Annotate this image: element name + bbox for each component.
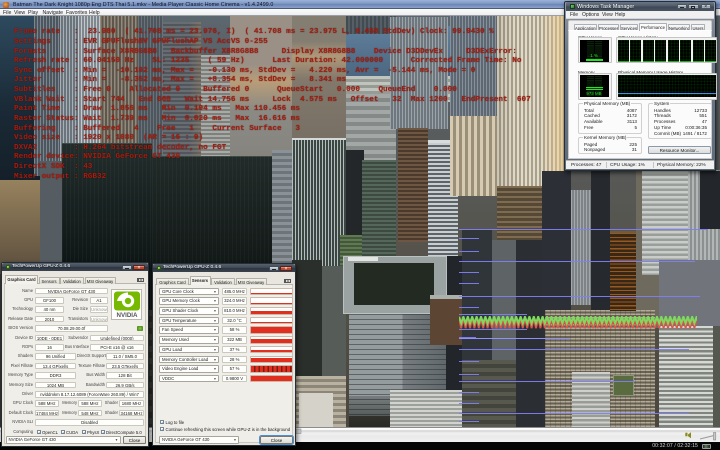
svg-text:NVIDIA: NVIDIA: [117, 312, 139, 319]
